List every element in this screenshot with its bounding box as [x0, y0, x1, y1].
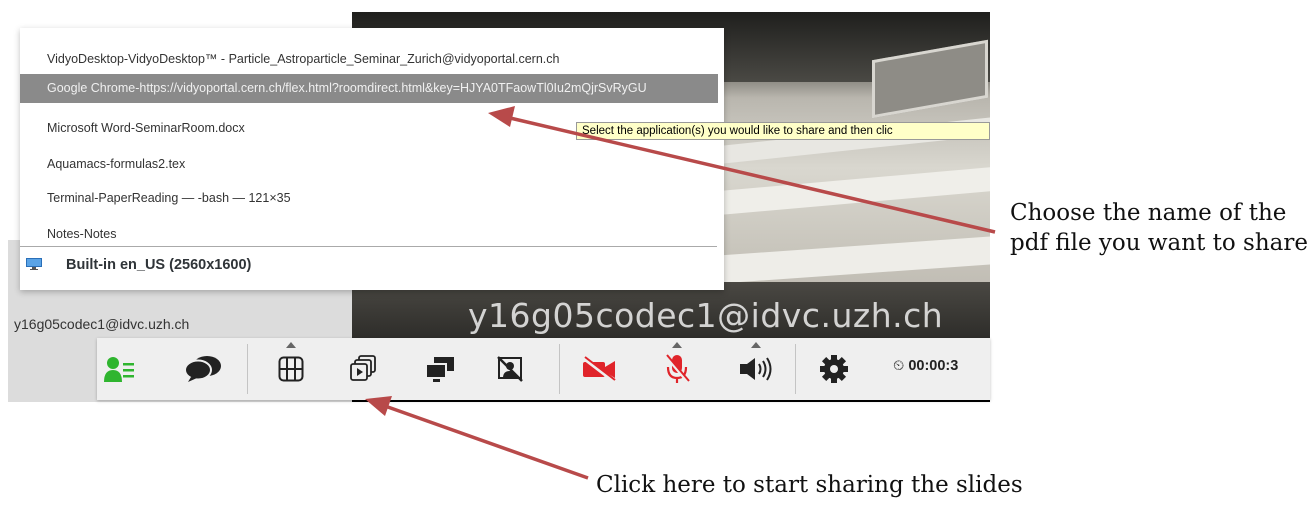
gear-icon: [820, 355, 848, 383]
camera-button[interactable]: [580, 350, 618, 388]
call-toolbar: ⏲ 00:00:3: [97, 338, 990, 400]
annotation-choose-file: Choose the name of the pdf file you want…: [1010, 200, 1308, 256]
speaker-button[interactable]: [737, 350, 775, 388]
toolbar-separator: [795, 344, 796, 394]
call-timer-value: 00:00:3: [908, 358, 959, 374]
list-item[interactable]: VidyoDesktop-VidyoDesktop™ - Particle_As…: [20, 45, 718, 74]
settings-button[interactable]: [815, 350, 853, 388]
participants-button[interactable]: [101, 350, 139, 388]
privacy-off-icon: [497, 356, 523, 382]
microphone-off-icon: [664, 354, 691, 385]
participants-icon: [104, 357, 134, 382]
share-application-list: VidyoDesktop-VidyoDesktop™ - Particle_As…: [20, 28, 724, 290]
chevron-up-icon[interactable]: [286, 342, 296, 348]
screens-icon: [425, 357, 454, 382]
list-divider: [20, 246, 717, 247]
share-tooltip: Select the application(s) you would like…: [576, 122, 990, 140]
annotation-click-share: Click here to start sharing the slides: [596, 472, 1023, 498]
camera-off-icon: [582, 356, 616, 382]
chat-button[interactable]: [185, 350, 223, 388]
list-item-selected[interactable]: Google Chrome-https://vidyoportal.cern.c…: [20, 74, 718, 103]
chat-bubbles-icon: [185, 356, 221, 382]
microphone-button[interactable]: [658, 350, 696, 388]
layout-button[interactable]: [272, 350, 310, 388]
share-button[interactable]: [344, 350, 382, 388]
list-item[interactable]: Terminal-PaperReading — -bash — 121×35: [20, 184, 718, 213]
chevron-up-icon[interactable]: [672, 342, 682, 348]
monitor-icon: [26, 258, 42, 270]
self-participant-name: y16g05codec1@idvc.uzh.ch: [14, 316, 190, 332]
privacy-button[interactable]: [491, 350, 529, 388]
display-item[interactable]: Built-in en_US (2560x1600): [20, 250, 717, 280]
toolbar-separator: [559, 344, 560, 394]
call-timer: ⏲ 00:00:3: [893, 358, 958, 374]
toolbar-separator: [247, 344, 248, 394]
share-windows-icon: [350, 355, 376, 381]
self-view-button[interactable]: [421, 350, 459, 388]
list-item[interactable]: Aquamacs-formulas2.tex: [20, 150, 718, 179]
arrow-to-share-button: [365, 396, 589, 480]
speaker-icon: [740, 357, 772, 381]
remote-participant-name: y16g05codec1@idvc.uzh.ch: [468, 296, 944, 335]
grid-layout-icon: [278, 356, 304, 382]
timer-icon: ⏲: [893, 358, 905, 374]
list-item[interactable]: Notes-Notes: [20, 220, 718, 249]
display-label: Built-in en_US (2560x1600): [66, 257, 252, 273]
chevron-up-icon[interactable]: [751, 342, 761, 348]
